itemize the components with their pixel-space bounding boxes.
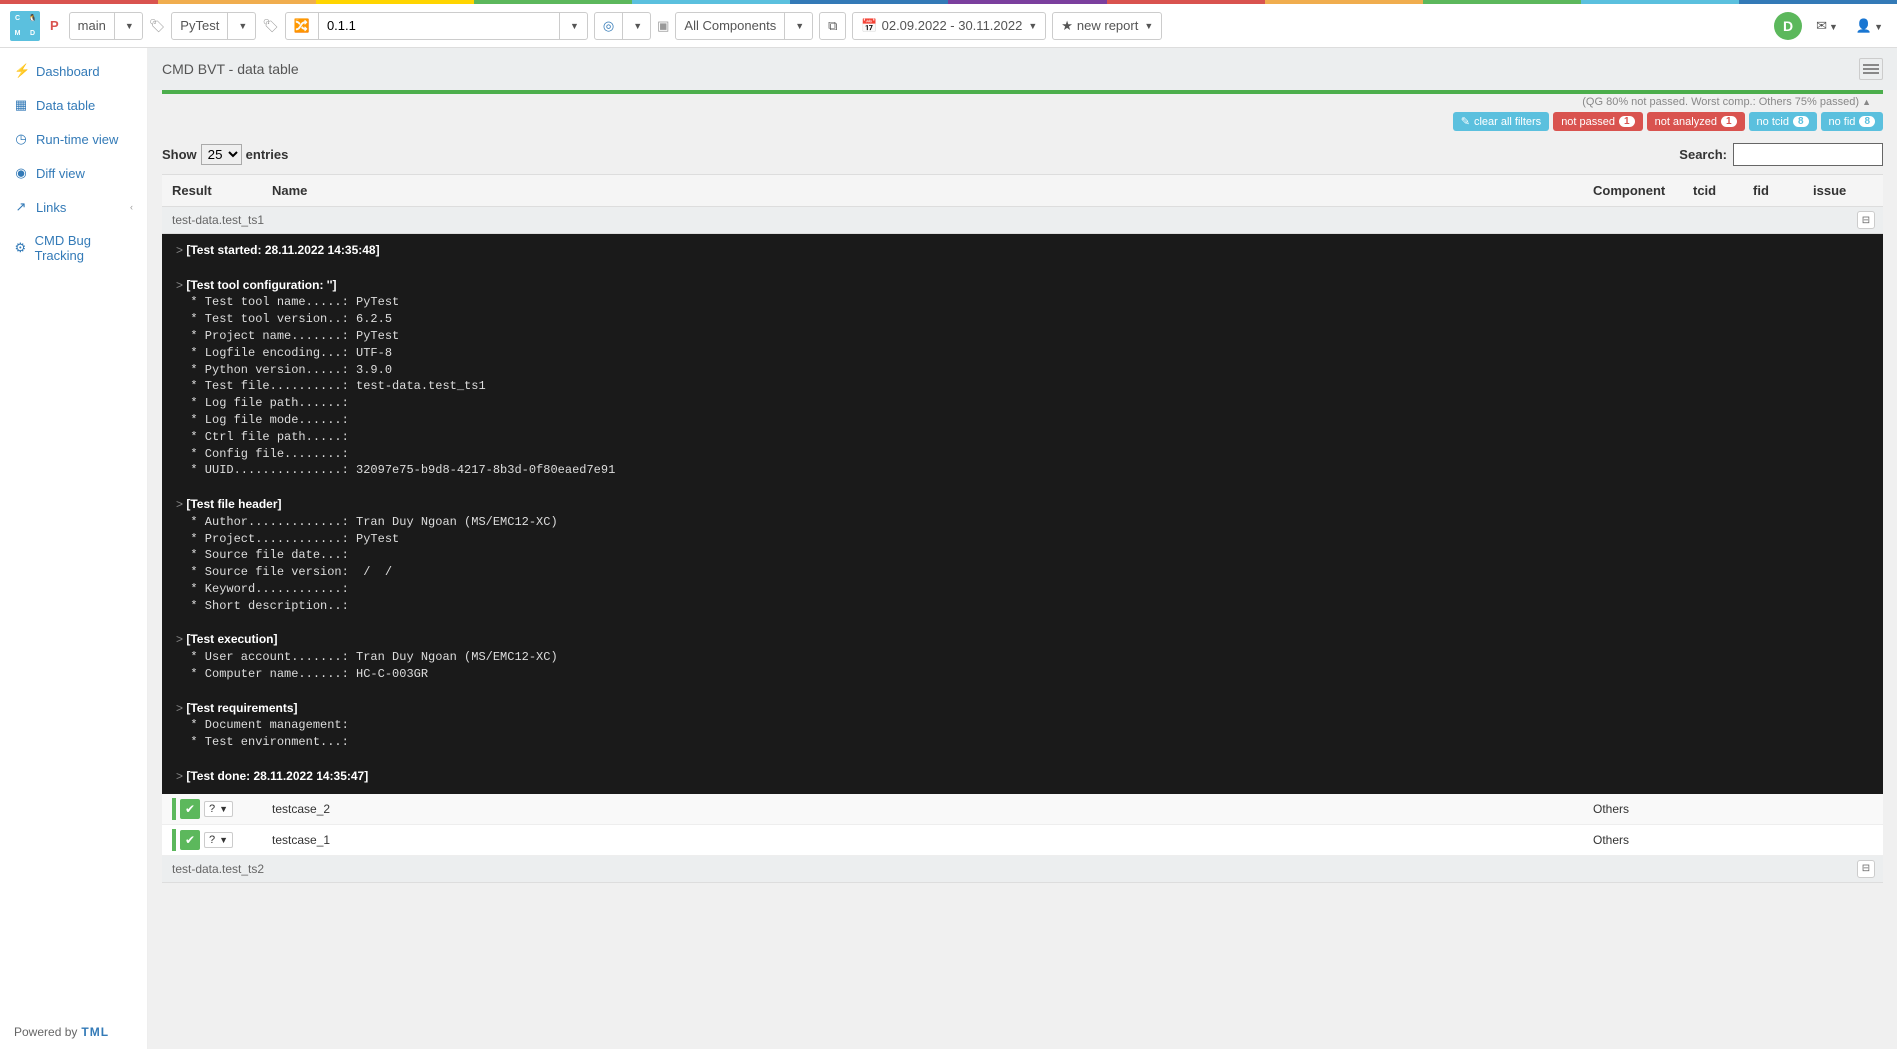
mail-button[interactable]: ✉▼ xyxy=(1812,14,1842,38)
nav-label: Run-time view xyxy=(36,132,118,147)
row-name: testcase_1 xyxy=(272,833,1593,847)
powered-by: Powered by TML xyxy=(14,1025,109,1039)
nav-label: CMD Bug Tracking xyxy=(35,233,133,263)
caret-down-icon: ▼ xyxy=(795,21,804,31)
filter-not-passed[interactable]: not passed 1 xyxy=(1553,112,1642,131)
nav-label: Data table xyxy=(36,98,95,113)
filter-not-analyzed[interactable]: not analyzed 1 xyxy=(1647,112,1745,131)
panel-menu-toggle[interactable] xyxy=(1859,58,1883,80)
target-selector[interactable]: ◎ ▼ xyxy=(594,12,651,40)
framework-selector[interactable]: PyTest ▼ xyxy=(171,12,256,40)
sidebar-item-dashboard[interactable]: ⚡ Dashboard xyxy=(0,54,147,88)
nav-icon: ⚡ xyxy=(14,63,28,79)
tag-icon: 🏷 xyxy=(149,18,166,34)
target-icon: ◎ xyxy=(603,18,614,34)
group-row[interactable]: test-data.test_ts2 ⊟ xyxy=(162,856,1883,883)
sidebar-item-data-table[interactable]: ▦ Data table xyxy=(0,88,147,122)
col-result: Result xyxy=(172,183,272,198)
caret-down-icon: ▼ xyxy=(1028,21,1037,31)
collapse-button[interactable]: ⊟ xyxy=(1857,860,1875,878)
col-component: Component xyxy=(1593,183,1693,198)
chevron-icon: ‹ xyxy=(130,202,133,212)
status-dropdown[interactable]: ? ▼ xyxy=(204,832,233,848)
copy-button[interactable]: ⧉ xyxy=(819,12,846,40)
nav-label: Links xyxy=(36,200,66,215)
group-row[interactable]: test-data.test_ts1 ⊟ xyxy=(162,207,1883,234)
progress-bar xyxy=(162,90,1883,94)
filter-no-fid[interactable]: no fid 8 xyxy=(1821,112,1883,131)
caret-down-icon: ▼ xyxy=(570,21,579,31)
clear-filters-button[interactable]: ✎ clear all filters xyxy=(1453,112,1549,131)
nav-icon: ◉ xyxy=(14,165,28,181)
nav-icon: ⚙ xyxy=(14,240,27,256)
nav-label: Diff view xyxy=(36,166,85,181)
sitemap-icon: 🔀 xyxy=(294,18,310,34)
star-icon: ★ xyxy=(1061,18,1073,34)
app-logo[interactable]: C🐧MD xyxy=(10,11,40,41)
tml-logo[interactable]: TML xyxy=(81,1025,109,1039)
nav-label: Dashboard xyxy=(36,64,100,79)
branch-selector[interactable]: main ▼ xyxy=(69,12,143,40)
table-header: Result Name Component tcid fid issue xyxy=(162,175,1883,207)
topbar: C🐧MD P main ▼ 🏷 PyTest ▼ 🏷 🔀 ▼ ◎ ▼ ▣ All… xyxy=(0,4,1897,48)
status-bar xyxy=(172,829,176,851)
filter-no-tcid[interactable]: no tcid 8 xyxy=(1749,112,1817,131)
table-row: ✔ ? ▼ testcase_1 Others xyxy=(162,825,1883,856)
search-input[interactable] xyxy=(1733,143,1883,166)
rainbow-bar xyxy=(0,0,1897,4)
row-component: Others xyxy=(1593,833,1693,847)
log-output: > [Test started: 28.11.2022 14:35:48] > … xyxy=(162,234,1883,794)
caret-down-icon: ▼ xyxy=(633,21,642,31)
user-menu[interactable]: 👤▼ xyxy=(1852,14,1887,38)
col-fid: fid xyxy=(1753,183,1813,198)
sidebar-item-cmd-bug-tracking[interactable]: ⚙ CMD Bug Tracking xyxy=(0,224,147,272)
status-pass-icon[interactable]: ✔ xyxy=(180,830,200,850)
table-row: ✔ ? ▼ testcase_2 Others xyxy=(162,794,1883,825)
components-selector[interactable]: All Components ▼ xyxy=(675,12,813,40)
row-name: testcase_2 xyxy=(272,802,1593,816)
copy-icon: ⧉ xyxy=(828,18,837,34)
col-name: Name xyxy=(272,183,1593,198)
eraser-icon: ✎ xyxy=(1461,115,1470,128)
sidebar-item-run-time-view[interactable]: ◷ Run-time view xyxy=(0,122,147,156)
version-selector[interactable]: 🔀 ▼ xyxy=(285,12,588,40)
status-pass-icon[interactable]: ✔ xyxy=(180,799,200,819)
row-component: Others xyxy=(1593,802,1693,816)
col-tcid: tcid xyxy=(1693,183,1753,198)
caret-down-icon: ▼ xyxy=(1144,21,1153,31)
project-short: P xyxy=(50,18,59,33)
user-avatar[interactable]: D xyxy=(1774,12,1802,40)
entries-select[interactable]: 25 xyxy=(201,144,242,165)
col-issue: issue xyxy=(1813,183,1873,198)
daterange-selector[interactable]: 📅 02.09.2022 - 30.11.2022 ▼ xyxy=(852,12,1046,40)
new-report-button[interactable]: ★ new report ▼ xyxy=(1052,12,1162,40)
version-input[interactable] xyxy=(319,13,559,39)
chevron-up-icon: ▲ xyxy=(1862,97,1871,107)
cube-icon: ▣ xyxy=(657,18,669,34)
nav-icon: ◷ xyxy=(14,131,28,147)
search-label: Search: xyxy=(1679,147,1727,162)
status-dropdown[interactable]: ? ▼ xyxy=(204,801,233,817)
show-entries: Show 25 entries xyxy=(162,144,288,165)
sidebar-item-links[interactable]: ↗ Links ‹ xyxy=(0,190,147,224)
caret-down-icon: ▼ xyxy=(125,21,134,31)
nav-icon: ↗ xyxy=(14,199,28,215)
caret-down-icon: ▼ xyxy=(238,21,247,31)
status-bar xyxy=(172,798,176,820)
nav-icon: ▦ xyxy=(14,97,28,113)
sidebar: ⚡ Dashboard ▦ Data table ◷ Run-time view ◉ Diff… xyxy=(0,48,148,1049)
tag-icon: 🏷 xyxy=(262,18,279,34)
qg-summary: (QG 80% not passed. Worst comp.: Others … xyxy=(148,96,1897,108)
page-title: CMD BVT - data table xyxy=(162,61,299,77)
sidebar-item-diff-view[interactable]: ◉ Diff view xyxy=(0,156,147,190)
collapse-button[interactable]: ⊟ xyxy=(1857,211,1875,229)
calendar-icon: 📅 xyxy=(861,18,877,34)
